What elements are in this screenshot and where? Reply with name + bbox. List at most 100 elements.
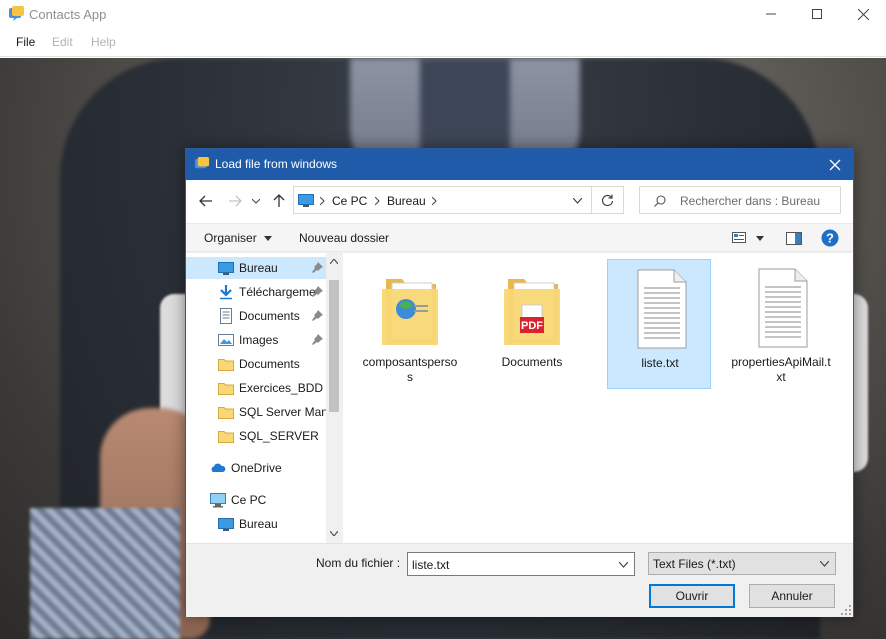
menu-file[interactable]: File — [16, 35, 35, 49]
app-logo-icon — [195, 156, 210, 169]
text-file-icon — [758, 268, 808, 348]
sidebar-item-label: Documents — [239, 309, 300, 323]
filename-input[interactable]: liste.txt — [407, 552, 635, 576]
svg-text:PDF: PDF — [521, 320, 543, 332]
folder-web-icon — [382, 279, 438, 345]
sidebar-item-images[interactable]: Images — [186, 329, 326, 351]
file-type-value: Text Files (*.txt) — [653, 557, 736, 571]
refresh-button[interactable] — [592, 186, 624, 214]
sidebar-item-label: SQL Server Mana — [239, 405, 335, 419]
breadcrumb-ce-pc[interactable]: Ce PC — [332, 194, 367, 208]
pin-icon — [312, 334, 323, 345]
preview-pane-icon[interactable] — [786, 232, 802, 245]
navigation-row: Ce PC Bureau Rechercher dans : Bureau — [186, 180, 853, 223]
menu-help[interactable]: Help — [91, 35, 116, 49]
minimize-button[interactable] — [748, 0, 794, 28]
caret-down-icon — [264, 236, 273, 242]
sidebar-item-bureau[interactable]: Bureau — [186, 257, 326, 279]
up-button[interactable] — [269, 191, 289, 211]
menu-edit[interactable]: Edit — [52, 35, 73, 49]
file-name: propertiesApiMail.txt — [731, 355, 831, 384]
forward-button[interactable] — [225, 191, 245, 211]
sidebar-item-exercices-bdd[interactable]: Exercices_BDD — [186, 377, 326, 399]
close-window-button[interactable] — [840, 0, 886, 28]
document-icon — [220, 308, 232, 324]
arrow-left-icon — [199, 195, 212, 207]
sidebar-item-sql-server[interactable]: SQL_SERVER — [186, 425, 326, 447]
sidebar-item-documents[interactable]: Documents — [186, 353, 326, 375]
caret-down-icon[interactable] — [756, 236, 764, 241]
recent-locations-button[interactable] — [249, 191, 263, 211]
scrollbar-thumb[interactable] — [329, 280, 339, 412]
filename-value: liste.txt — [412, 558, 450, 572]
scroll-down-icon[interactable] — [330, 531, 338, 536]
file-name: Documents — [501, 355, 563, 369]
sidebar-item-label: Exercices_BDD — [239, 381, 324, 395]
app-logo-icon — [9, 6, 24, 21]
open-file-dialog: Load file from windows Ce PC Bureau Rech… — [185, 148, 854, 617]
new-folder-button[interactable]: Nouveau dossier — [299, 231, 389, 245]
sidebar-item-bureau-pc[interactable]: Bureau — [186, 513, 326, 535]
folder-icon — [218, 359, 234, 371]
computer-icon — [210, 493, 226, 508]
sidebar-item-documents-pinned[interactable]: Documents — [186, 305, 326, 327]
address-bar[interactable]: Ce PC Bureau — [293, 186, 592, 214]
scroll-up-icon[interactable] — [330, 259, 338, 264]
open-button[interactable]: Ouvrir — [649, 584, 735, 608]
chevron-down-icon[interactable] — [573, 198, 582, 204]
resize-grip-icon[interactable] — [841, 605, 851, 615]
folder-pdf-icon: PDF — [504, 279, 560, 345]
arrow-up-icon — [273, 194, 285, 207]
app-title-bar: Contacts App — [0, 0, 886, 28]
sidebar-item-label: Images — [239, 333, 279, 347]
pin-icon — [312, 262, 323, 273]
file-item-propertiesapimail[interactable]: propertiesApiMail.txt — [729, 259, 833, 389]
folder-icon — [218, 383, 234, 395]
sidebar-item-label: Bureau — [239, 517, 278, 531]
sidebar-item-label: Téléchargeme — [239, 285, 316, 299]
command-bar: Organiser Nouveau dossier ? — [186, 223, 853, 252]
search-input[interactable]: Rechercher dans : Bureau — [639, 186, 841, 214]
chevron-down-icon[interactable] — [619, 562, 628, 568]
close-icon — [857, 8, 869, 20]
text-file-icon — [637, 269, 687, 349]
breadcrumb-bureau[interactable]: Bureau — [387, 194, 426, 208]
maximize-button[interactable] — [794, 0, 840, 28]
desktop-icon — [298, 194, 314, 207]
file-item-documents[interactable]: PDF Documents — [480, 259, 584, 389]
view-options-icon[interactable] — [732, 232, 748, 244]
app-title: Contacts App — [29, 7, 107, 22]
folder-icon — [218, 431, 234, 443]
sidebar-item-label: Documents — [239, 357, 300, 371]
back-button[interactable] — [196, 191, 216, 211]
navigation-pane: Bureau Téléchargeme Documents Images Doc… — [186, 253, 342, 543]
dialog-title: Load file from windows — [215, 157, 338, 171]
sidebar-item-label: Bureau — [239, 261, 278, 275]
navigation-scrollbar[interactable] — [326, 253, 342, 543]
download-icon — [220, 285, 232, 300]
onedrive-icon — [211, 463, 226, 472]
sidebar-item-sql-server-mana[interactable]: SQL Server Mana — [186, 401, 335, 423]
cancel-button[interactable]: Annuler — [749, 584, 835, 608]
svg-text:?: ? — [826, 231, 834, 246]
dialog-close-button[interactable] — [825, 155, 845, 175]
chevron-right-icon — [320, 197, 325, 205]
chevron-right-icon — [432, 197, 437, 205]
menu-bar: File Edit Help — [0, 28, 886, 57]
desktop-icon — [218, 518, 234, 531]
sidebar-item-ce-pc[interactable]: Ce PC — [186, 489, 326, 511]
sidebar-item-telechargements[interactable]: Téléchargeme — [186, 281, 326, 303]
organise-label: Organiser — [204, 231, 257, 245]
search-icon — [654, 195, 666, 207]
file-type-select[interactable]: Text Files (*.txt) — [648, 552, 836, 575]
help-icon[interactable]: ? — [821, 229, 839, 247]
file-item-composantspersos[interactable]: composantspersos — [358, 259, 462, 389]
image-icon — [218, 334, 234, 346]
organise-button[interactable]: Organiser — [204, 231, 273, 245]
file-name: composantspersos — [362, 355, 458, 384]
close-icon — [829, 159, 841, 171]
chevron-down-icon — [820, 561, 829, 567]
dialog-footer: Nom du fichier : liste.txt Text Files (*… — [186, 543, 853, 617]
sidebar-item-onedrive[interactable]: OneDrive — [186, 457, 326, 479]
file-item-liste-txt[interactable]: liste.txt — [607, 259, 711, 389]
